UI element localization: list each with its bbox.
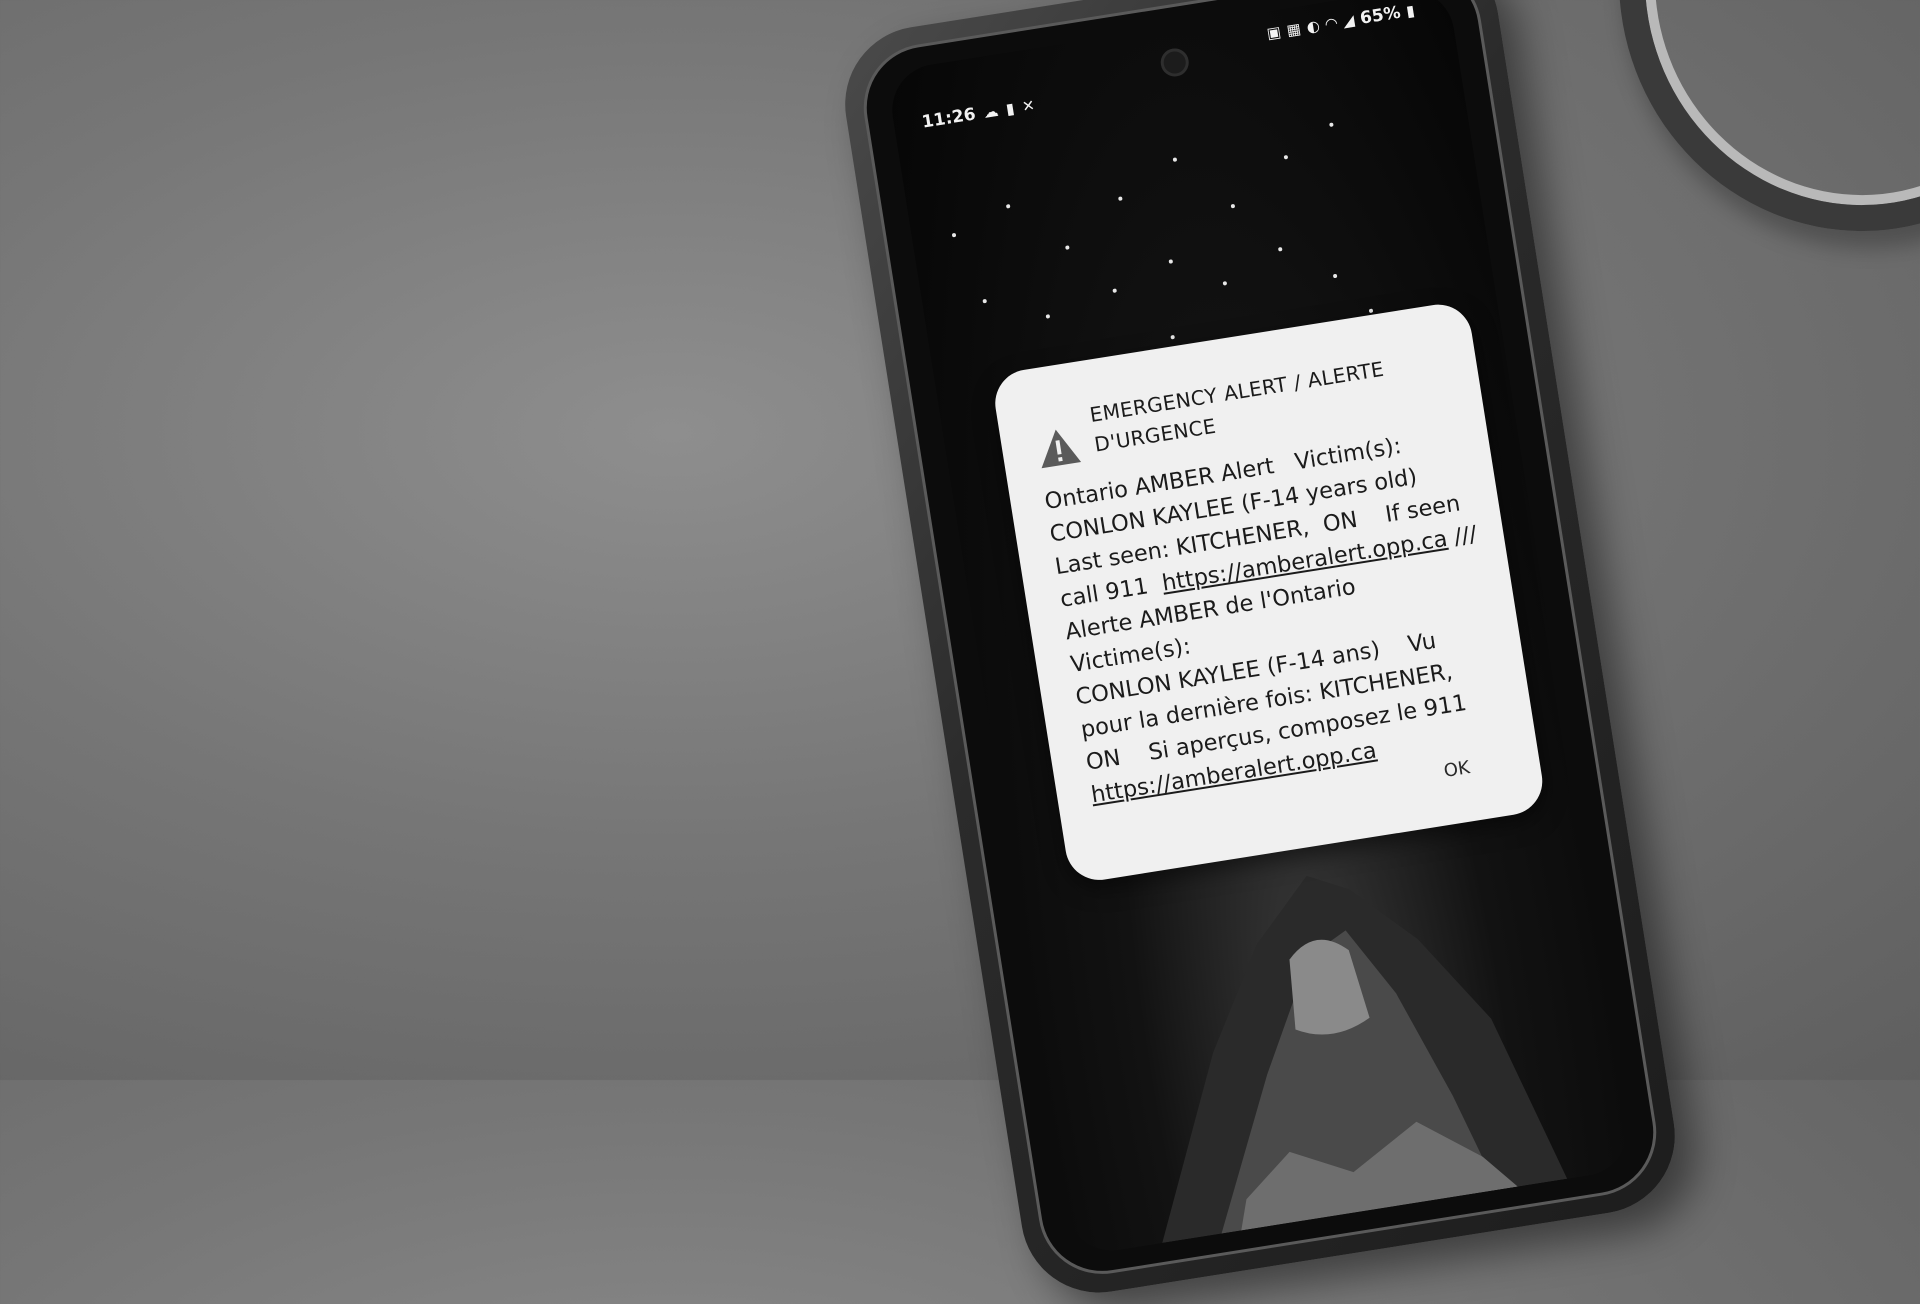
star bbox=[1329, 122, 1334, 128]
star bbox=[1045, 314, 1051, 319]
star bbox=[1112, 288, 1117, 293]
signal-icon: ◢ bbox=[1341, 10, 1356, 31]
star bbox=[1332, 273, 1338, 279]
battery-saver-icon: ▮ bbox=[1004, 98, 1016, 118]
alert-text: /// bbox=[1445, 521, 1479, 552]
star bbox=[951, 232, 957, 238]
lock-icon: ▣ bbox=[1265, 22, 1283, 43]
star bbox=[1283, 154, 1289, 160]
star bbox=[1118, 196, 1123, 201]
smartphone: 11:26 ☁ ▮ ✕ ▣ ▦ ◐ ◠ ◢ 65% ▮ EMERGENCY AL… bbox=[833, 0, 1687, 1304]
x-app-icon: ✕ bbox=[1020, 95, 1036, 116]
star bbox=[1172, 157, 1178, 162]
star bbox=[1277, 246, 1283, 252]
cable bbox=[1555, 0, 1920, 293]
battery-icon: ▮ bbox=[1404, 0, 1416, 21]
battery-percent: 65% bbox=[1358, 2, 1403, 29]
cloud-icon: ☁ bbox=[981, 101, 1000, 122]
data-saver-icon: ◐ bbox=[1305, 15, 1321, 36]
star bbox=[1065, 245, 1070, 250]
star bbox=[1222, 281, 1228, 286]
star bbox=[1168, 259, 1174, 264]
warning-triangle-icon bbox=[1041, 429, 1082, 469]
photo-icon: ▦ bbox=[1285, 18, 1303, 39]
status-bar-left: 11:26 ☁ ▮ ✕ bbox=[920, 95, 1036, 133]
status-time: 11:26 bbox=[920, 104, 978, 133]
star bbox=[1230, 203, 1236, 209]
star bbox=[1005, 204, 1011, 209]
star bbox=[1368, 308, 1374, 314]
star bbox=[1170, 334, 1175, 340]
alert-message: Ontario AMBER Alert Victim(s): CONLON KAY… bbox=[1042, 420, 1514, 813]
emergency-alert-dialog: EMERGENCY ALERT / ALERTE D'URGENCE Ontar… bbox=[990, 299, 1548, 885]
photo-scene: 11:26 ☁ ▮ ✕ ▣ ▦ ◐ ◠ ◢ 65% ▮ EMERGENCY AL… bbox=[0, 0, 1920, 1304]
wifi-icon: ◠ bbox=[1324, 13, 1339, 33]
star bbox=[982, 298, 988, 304]
